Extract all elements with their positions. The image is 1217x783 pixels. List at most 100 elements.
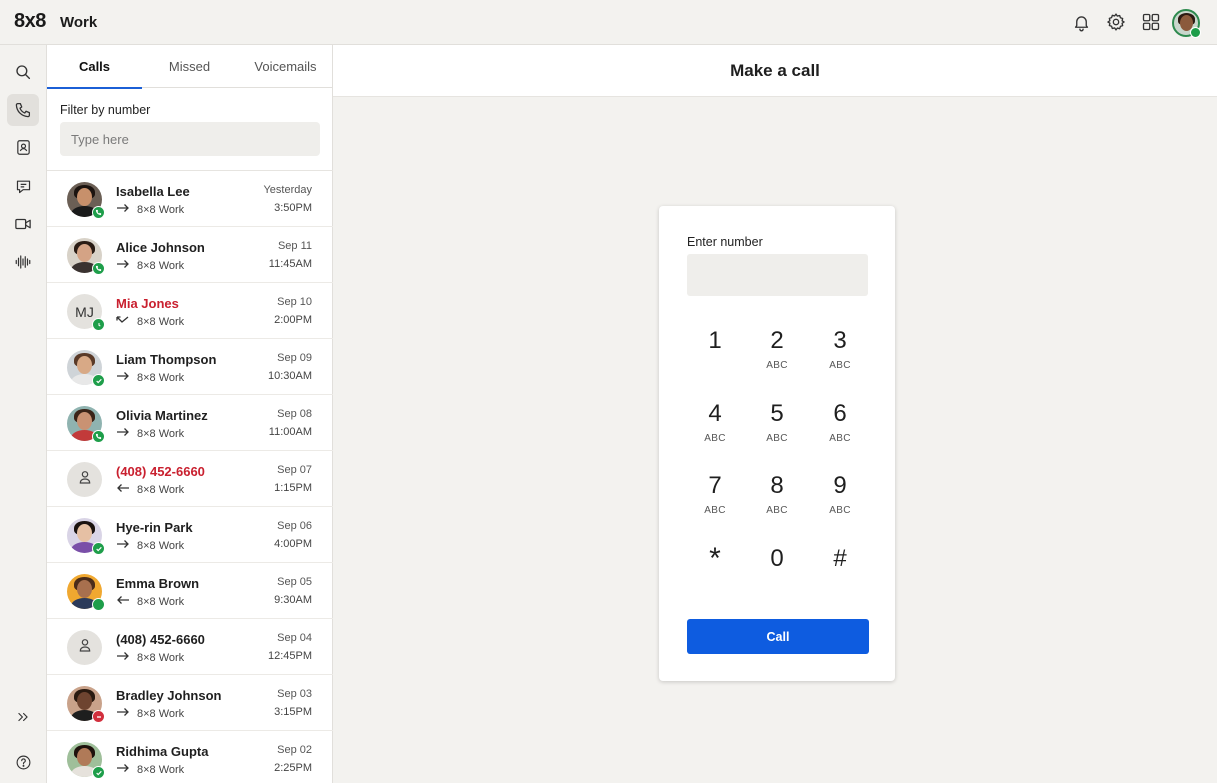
line-label: 8×8 Work: [137, 483, 185, 496]
apps-grid-icon[interactable]: [1140, 11, 1162, 33]
key-4[interactable]: 4 ABC: [685, 400, 745, 456]
contacts-icon[interactable]: [7, 131, 39, 163]
outgoing-arrow-icon: [116, 203, 130, 216]
key-1[interactable]: 1: [685, 327, 745, 383]
do-not-disturb-icon: [92, 710, 105, 723]
key-letters: ABC: [704, 505, 726, 516]
line-label: 8×8 Work: [137, 315, 185, 328]
key-digit: 2: [770, 327, 784, 354]
voicemail-waveform-icon[interactable]: [7, 246, 39, 278]
avatar: [67, 742, 105, 779]
contact-name: Bradley Johnson: [116, 688, 222, 703]
expand-icon[interactable]: [7, 701, 39, 733]
line-label: 8×8 Work: [137, 651, 185, 664]
call-line: 8×8 Work: [116, 427, 184, 440]
line-label: 8×8 Work: [137, 427, 185, 440]
key-9[interactable]: 9 ABC: [810, 472, 870, 528]
clock-status-icon: [92, 318, 105, 331]
call-time: 2:25PM: [274, 762, 312, 774]
list-item[interactable]: Bradley Johnson 8×8 Work Sep 03 3:15PM: [47, 675, 333, 731]
call-time: 11:00AM: [268, 426, 312, 438]
key-3[interactable]: 3 ABC: [810, 327, 870, 383]
outgoing-arrow-icon: [116, 427, 130, 440]
call-list: Isabella Lee 8×8 Work Yesterday 3:50PM A…: [47, 171, 333, 783]
avatar: [67, 238, 105, 275]
available-status-icon: [92, 374, 105, 387]
tab-missed[interactable]: Missed: [142, 45, 237, 88]
phone-status-icon: [92, 206, 105, 219]
bell-icon[interactable]: [1070, 11, 1092, 33]
tab-voicemails[interactable]: Voicemails: [238, 45, 333, 88]
avatar: MJ: [67, 294, 105, 331]
outgoing-arrow-icon: [116, 763, 130, 776]
phone-icon[interactable]: [7, 94, 39, 126]
number-input[interactable]: [687, 254, 868, 296]
key-digit: 7: [708, 472, 722, 499]
call-line: 8×8 Work: [116, 539, 184, 552]
contact-name: (408) 452-6660: [116, 632, 205, 647]
call-date: Sep 04: [277, 632, 312, 644]
person-icon: [77, 468, 93, 491]
gear-icon[interactable]: [1105, 11, 1127, 33]
key-digit: *: [709, 542, 721, 575]
key-hash[interactable]: #: [810, 545, 870, 601]
outgoing-arrow-icon: [116, 651, 130, 664]
avatar: [67, 518, 105, 555]
key-digit: 4: [708, 400, 722, 427]
list-item[interactable]: Alice Johnson 8×8 Work Sep 11 11:45AM: [47, 227, 333, 283]
avatar: [67, 462, 102, 497]
call-time: 11:45AM: [268, 258, 312, 270]
contact-name: Ridhima Gupta: [116, 744, 209, 759]
key-digit: 6: [833, 400, 847, 427]
list-item[interactable]: Liam Thompson 8×8 Work Sep 09 10:30AM: [47, 339, 333, 395]
help-icon[interactable]: [7, 746, 39, 778]
list-item[interactable]: (408) 452-6660 8×8 Work Sep 04 12:45PM: [47, 619, 333, 675]
call-line: 8×8 Work: [116, 203, 184, 216]
contact-name: Emma Brown: [116, 576, 200, 591]
avatar: [67, 574, 105, 611]
call-line: 8×8 Work: [116, 315, 184, 328]
key-digit: 3: [833, 327, 847, 354]
key-5[interactable]: 5 ABC: [747, 400, 807, 456]
avatar: [67, 182, 105, 219]
key-letters: ABC: [704, 433, 726, 444]
key-8[interactable]: 8 ABC: [747, 472, 807, 528]
avatar: [67, 686, 105, 723]
line-label: 8×8 Work: [137, 203, 185, 216]
key-7[interactable]: 7 ABC: [685, 472, 745, 528]
search-icon[interactable]: [7, 56, 39, 88]
video-icon[interactable]: [7, 208, 39, 240]
list-item[interactable]: Olivia Martinez 8×8 Work Sep 08 11:00AM: [47, 395, 333, 451]
chat-icon[interactable]: [7, 170, 39, 202]
tab-calls[interactable]: Calls: [47, 45, 142, 89]
line-label: 8×8 Work: [137, 595, 185, 608]
list-item[interactable]: Ridhima Gupta 8×8 Work Sep 02 2:25PM: [47, 731, 333, 783]
outgoing-arrow-icon: [116, 539, 130, 552]
list-item[interactable]: Emma Brown 8×8 Work Sep 05 9:30AM: [47, 563, 333, 619]
main-header: Make a call: [333, 45, 1217, 97]
key-6[interactable]: 6 ABC: [810, 400, 870, 456]
list-item[interactable]: Hye-rin Park 8×8 Work Sep 06 4:00PM: [47, 507, 333, 563]
key-2[interactable]: 2 ABC: [747, 327, 807, 383]
avatar: [67, 406, 105, 443]
user-avatar[interactable]: [1172, 9, 1201, 38]
line-label: 8×8 Work: [137, 707, 185, 720]
filter-label: Filter by number: [60, 103, 151, 117]
list-item[interactable]: MJ Mia Jones 8×8 Work Sep 10 2:00PM: [47, 283, 333, 339]
call-date: Sep 02: [277, 744, 312, 756]
app-name: Work: [60, 14, 98, 31]
list-item[interactable]: Isabella Lee 8×8 Work Yesterday 3:50PM: [47, 171, 333, 227]
filter-input[interactable]: [60, 122, 320, 156]
outgoing-arrow-icon: [116, 259, 130, 272]
missed-call-icon: [116, 315, 130, 328]
key-0[interactable]: 0: [747, 545, 807, 601]
page-title: Make a call: [730, 60, 820, 80]
contact-name: Olivia Martinez: [116, 408, 208, 423]
available-status-icon: [92, 766, 105, 779]
call-date: Yesterday: [263, 184, 312, 196]
call-line: 8×8 Work: [116, 707, 184, 720]
call-button[interactable]: Call: [687, 619, 869, 654]
list-item[interactable]: (408) 452-6660 8×8 Work Sep 07 1:15PM: [47, 451, 333, 507]
call-time: 3:15PM: [274, 706, 312, 718]
key-star[interactable]: *: [685, 542, 745, 601]
